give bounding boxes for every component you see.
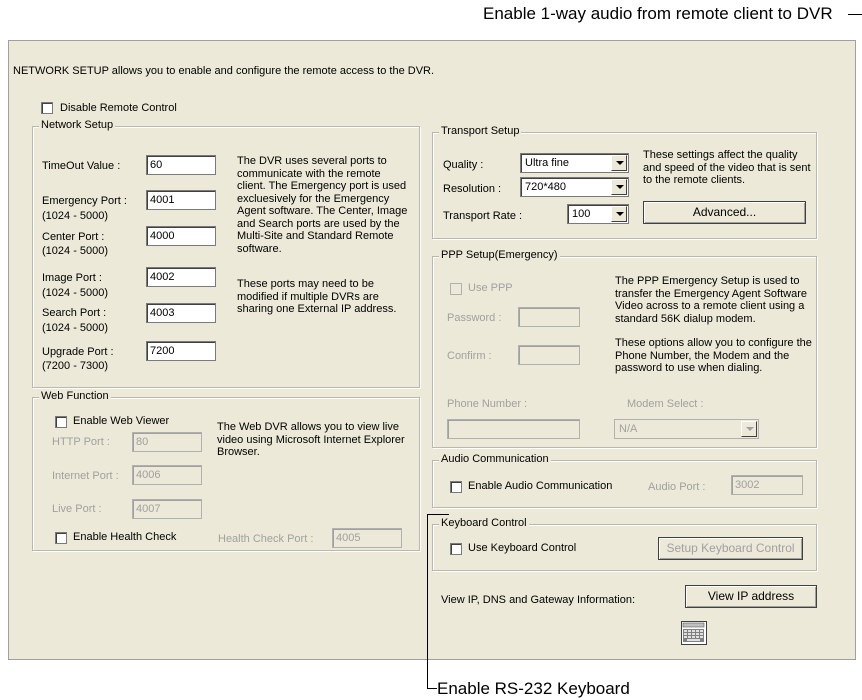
keyboard-icon (681, 621, 707, 645)
center-port-input[interactable]: 4000 (146, 226, 216, 246)
transport-rate-value: 100 (572, 208, 591, 220)
view-ip-button[interactable]: View IP address (685, 585, 817, 608)
image-port-range: (1024 - 5000) (42, 287, 109, 299)
confirm-label: Confirm : (447, 350, 492, 362)
health-check-port-input[interactable]: 4005 (332, 528, 402, 548)
web-function-desc: The Web DVR allows you to view live vide… (217, 421, 405, 458)
modem-select-label: Modem Select : (627, 398, 704, 410)
upgrade-port-range: (7200 - 7300) (42, 360, 109, 372)
password-label: Password : (447, 312, 502, 324)
resolution-value: 720*480 (525, 181, 566, 193)
network-setup-panel: NETWORK SETUP allows you to enable and c… (8, 40, 856, 660)
network-setup-desc2: These ports may need to be modified if m… (237, 278, 397, 315)
internet-port-label: Internet Port : (52, 470, 119, 482)
transport-rate-label: Transport Rate : (443, 210, 523, 222)
advanced-button[interactable]: Advanced... (643, 201, 806, 224)
search-port-label: Search Port : (42, 307, 107, 319)
network-setup-group: Network Setup TimeOut Value : 60 Emergen… (32, 119, 420, 388)
use-keyboard-checkbox[interactable] (450, 543, 462, 555)
phone-number-input[interactable] (447, 419, 580, 439)
setup-keyboard-button[interactable]: Setup Keyboard Control (658, 537, 803, 560)
callout-keyboard-leader-v (427, 514, 428, 689)
resolution-label: Resolution : (443, 183, 502, 195)
use-keyboard-label: Use Keyboard Control (468, 542, 577, 554)
ppp-desc1: The PPP Emergency Setup is used to trans… (615, 275, 807, 325)
http-port-input[interactable]: 80 (132, 432, 202, 452)
audio-communication-group: Audio Communication Enable Audio Communi… (432, 453, 817, 508)
resolution-select[interactable]: 720*480 (520, 177, 629, 197)
health-check-port-label: Health Check Port : (218, 533, 314, 545)
upgrade-port-input[interactable]: 7200 (146, 341, 216, 361)
internet-port-input[interactable]: 4006 (132, 465, 202, 485)
web-function-group: Web Function Enable Web Viewer HTTP Port… (32, 390, 420, 551)
upgrade-port-label: Upgrade Port : (42, 346, 114, 358)
image-port-label: Image Port : (42, 272, 102, 284)
chevron-down-icon[interactable] (741, 421, 757, 437)
quality-select[interactable]: Ultra fine (520, 153, 629, 173)
password-input[interactable] (518, 307, 580, 327)
enable-health-check-checkbox[interactable] (55, 532, 67, 544)
emergency-port-label: Emergency Port : (42, 195, 127, 207)
disable-remote-checkbox[interactable] (41, 102, 53, 114)
audio-port-label: Audio Port : (648, 481, 706, 493)
ppp-setup-title: PPP Setup(Emergency) (439, 249, 560, 261)
audio-communication-title: Audio Communication (439, 453, 551, 465)
chevron-down-icon[interactable] (611, 179, 627, 195)
emergency-port-range: (1024 - 5000) (42, 210, 109, 222)
live-port-label: Live Port : (52, 503, 102, 515)
callout-audio: Enable 1-way audio from remote client to… (483, 4, 833, 23)
ip-info-label: View IP, DNS and Gateway Information: (441, 594, 636, 606)
chevron-down-icon[interactable] (611, 206, 627, 222)
use-ppp-checkbox[interactable] (450, 283, 462, 295)
enable-web-viewer-label: Enable Web Viewer (73, 415, 170, 427)
transport-desc: These settings affect the quality and sp… (643, 149, 811, 186)
timeout-label: TimeOut Value : (42, 160, 121, 172)
callout-keyboard: Enable RS-232 Keyboard (437, 679, 630, 698)
live-port-input[interactable]: 4007 (132, 499, 202, 519)
keyboard-icon-svg (682, 622, 705, 642)
transport-setup-group: Transport Setup Quality : Ultra fine Res… (432, 125, 817, 239)
intro-text: NETWORK SETUP allows you to enable and c… (13, 65, 435, 77)
quality-value: Ultra fine (525, 157, 570, 169)
use-ppp-label: Use PPP (468, 282, 513, 294)
phone-number-label: Phone Number : (447, 398, 528, 410)
callout-keyboard-leader-h (427, 514, 449, 515)
modem-select[interactable]: N/A (614, 419, 759, 439)
image-port-input[interactable]: 4002 (146, 267, 216, 287)
disable-remote-label: Disable Remote Control (60, 102, 177, 114)
enable-audio-checkbox[interactable] (450, 481, 462, 493)
enable-web-viewer-checkbox[interactable] (55, 416, 67, 428)
search-port-range: (1024 - 5000) (42, 322, 109, 334)
web-function-title: Web Function (39, 390, 111, 402)
timeout-input[interactable]: 60 (146, 155, 216, 175)
transport-setup-title: Transport Setup (439, 125, 522, 137)
ppp-setup-group: PPP Setup(Emergency) Use PPP Password : … (432, 249, 817, 448)
search-port-input[interactable]: 4003 (146, 303, 216, 323)
quality-label: Quality : (443, 159, 484, 171)
enable-audio-label: Enable Audio Communication (468, 480, 613, 492)
enable-health-check-label: Enable Health Check (73, 531, 177, 543)
callout-audio-leader-h (848, 14, 862, 15)
center-port-label: Center Port : (42, 231, 105, 243)
chevron-down-icon[interactable] (611, 155, 627, 171)
ppp-desc2: These options allow you to configure the… (615, 337, 812, 374)
modem-value: N/A (619, 423, 638, 435)
network-setup-desc1: The DVR uses several ports to communicat… (237, 155, 408, 255)
emergency-port-input[interactable]: 4001 (146, 190, 216, 210)
keyboard-control-title: Keyboard Control (439, 517, 529, 529)
transport-rate-select[interactable]: 100 (567, 204, 629, 224)
callout-keyboard-leader-h2 (427, 688, 437, 689)
confirm-input[interactable] (518, 345, 580, 365)
http-port-label: HTTP Port : (52, 436, 110, 448)
keyboard-control-group: Keyboard Control Use Keyboard Control Se… (432, 517, 817, 571)
center-port-range: (1024 - 5000) (42, 245, 109, 257)
audio-port-input[interactable]: 3002 (731, 475, 803, 495)
network-setup-title: Network Setup (39, 119, 116, 131)
